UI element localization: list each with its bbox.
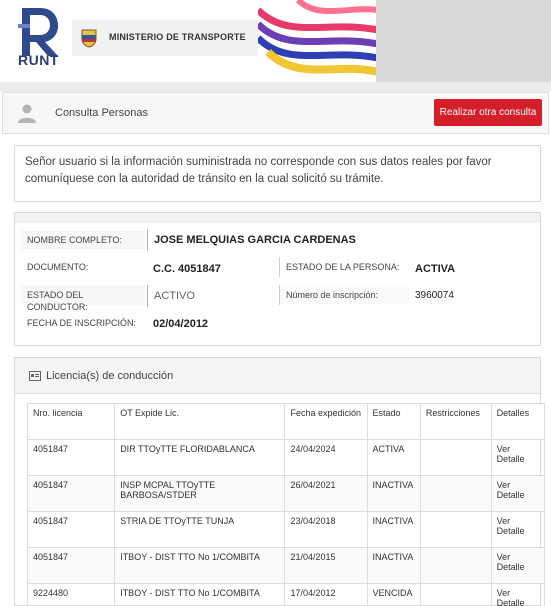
table-row: 4051847 ITBOY - DIST TTO No 1/COMBITA 21…: [26, 547, 546, 584]
notice-message: Señor usuario si la información suminist…: [14, 145, 541, 202]
restrictions: [419, 583, 492, 606]
column-header: Detalles: [490, 403, 546, 440]
coat-of-arms-icon: [81, 29, 97, 48]
person-status-value: ACTIVA: [415, 263, 456, 275]
registration-number-value: 3960074: [415, 290, 454, 301]
table-row: 4051847 STRIA DE TTOyTTE TUNJA 23/04/201…: [26, 511, 546, 548]
column-header: Nro. licencia: [26, 403, 116, 440]
license-number: 9224480: [26, 583, 116, 606]
license-number: 4051847: [26, 439, 116, 476]
issue-date: 23/04/2018: [284, 511, 368, 548]
view-detail-link[interactable]: Ver Detalle: [497, 444, 525, 464]
restrictions: [419, 439, 492, 476]
query-toolbar: Consulta Personas Realizar otra consulta: [2, 92, 549, 134]
issuing-office: INSP MCPAL TTOyTTE BARBOSA/STDER: [114, 475, 286, 512]
restrictions: [419, 547, 492, 584]
user-icon: [18, 104, 36, 123]
name-value: JOSE MELQUIAS GARCIA CARDENAS: [147, 229, 533, 251]
header-divider: [0, 82, 551, 92]
table-row: 9224480 ITBOY - DIST TTO No 1/COMBITA 17…: [26, 583, 546, 606]
decorative-banner: [258, 0, 378, 82]
issue-date: 21/04/2015: [284, 547, 368, 584]
page-title: Consulta Personas: [55, 107, 148, 119]
document-value: C.C. 4051847: [153, 263, 221, 275]
id-card-icon: [29, 371, 41, 381]
view-detail-link[interactable]: Ver Detalle: [497, 516, 525, 536]
document-label: DOCUMENTO:: [27, 262, 89, 272]
license-status: INACTIVA: [366, 511, 421, 548]
registration-date-value: 02/04/2012: [153, 318, 209, 330]
view-detail-link[interactable]: Ver Detalle: [497, 480, 525, 500]
column-header: OT Expide Lic.: [114, 403, 286, 440]
restrictions: [419, 511, 492, 548]
issuing-office: DIR TTOyTTE FLORIDABLANCA: [114, 439, 286, 476]
table-row: 4051847 INSP MCPAL TTOyTTE BARBOSA/STDER…: [26, 475, 546, 512]
header-gray-panel: [376, 0, 551, 82]
driver-status-value: ACTIVO: [147, 285, 277, 307]
licenses-panel: Licencia(s) de conducción Nro. licencia …: [14, 357, 546, 606]
issue-date: 24/04/2024: [284, 439, 368, 476]
issue-date: 26/04/2021: [284, 475, 368, 512]
license-number: 4051847: [26, 475, 116, 512]
registration-number-label: Número de inscripción:: [279, 285, 409, 305]
person-status-label: ESTADO DE LA PERSONA:: [279, 257, 409, 277]
new-query-button[interactable]: Realizar otra consulta: [434, 99, 542, 126]
person-info-panel: NOMBRE COMPLETO: JOSE MELQUIAS GARCIA CA…: [14, 212, 541, 346]
licenses-table: Nro. licencia OT Expide Lic. Fecha exped…: [26, 403, 546, 606]
view-detail-link[interactable]: Ver Detalle: [497, 552, 525, 572]
page-header: RUNT MINISTERIO DE TRANSPORTE: [0, 0, 551, 82]
panel-strip: [15, 213, 540, 223]
license-status: ACTIVA: [366, 439, 421, 476]
license-status: INACTIVA: [366, 547, 421, 584]
license-status: INACTIVA: [366, 475, 421, 512]
column-header: Estado: [366, 403, 421, 440]
view-detail-link[interactable]: Ver Detalle: [497, 588, 525, 606]
license-number: 4051847: [26, 547, 116, 584]
licenses-title: Licencia(s) de conducción: [46, 370, 174, 382]
table-row: 4051847 DIR TTOyTTE FLORIDABLANCA 24/04/…: [26, 439, 546, 476]
issue-date: 17/04/2012: [284, 583, 368, 606]
license-status: VENCIDA: [366, 583, 421, 606]
registration-date-label: FECHA DE INSCRIPCIÓN:: [27, 318, 137, 328]
restrictions: [419, 475, 492, 512]
column-header: Fecha expedición: [284, 403, 368, 440]
issuing-office: ITBOY - DIST TTO No 1/COMBITA: [114, 547, 286, 584]
table-header-row: Nro. licencia OT Expide Lic. Fecha exped…: [26, 403, 546, 440]
issuing-office: STRIA DE TTOyTTE TUNJA: [114, 511, 286, 548]
name-label: NOMBRE COMPLETO:: [21, 230, 145, 250]
column-header: Restricciones: [419, 403, 492, 440]
driver-status-label: ESTADO DEL CONDUCTOR:: [21, 285, 145, 312]
issuing-office: ITBOY - DIST TTO No 1/COMBITA: [114, 583, 286, 606]
runt-logo-text: RUNT: [18, 52, 59, 68]
licenses-panel-header: Licencia(s) de conducción: [15, 358, 540, 394]
license-number: 4051847: [26, 511, 116, 548]
ministry-name: MINISTERIO DE TRANSPORTE: [109, 32, 246, 42]
ministry-badge: MINISTERIO DE TRANSPORTE: [72, 20, 262, 56]
